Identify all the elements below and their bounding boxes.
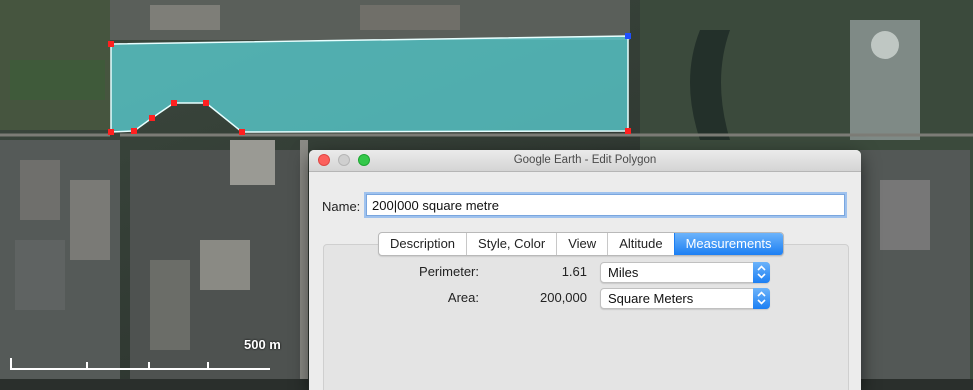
polygon-vertex[interactable] (149, 115, 155, 121)
edit-polygon-dialog: Google Earth - Edit Polygon Name: Perime… (309, 150, 861, 390)
window-title: Google Earth - Edit Polygon (513, 154, 657, 166)
perimeter-value: 1.61 (561, 264, 587, 279)
polygon-vertex[interactable] (108, 129, 114, 135)
name-label: Name: (322, 199, 361, 214)
name-field[interactable] (366, 194, 845, 216)
tab-style-color[interactable]: Style, Color (466, 233, 556, 255)
perimeter-unit-select[interactable]: Miles (600, 262, 770, 283)
scale-tick (86, 362, 88, 368)
perimeter-unit-value: Miles (608, 265, 639, 280)
polygon-vertex-active[interactable] (625, 33, 631, 39)
scale-tick (207, 362, 209, 368)
polygon-vertex[interactable] (203, 100, 209, 106)
tab-altitude[interactable]: Altitude (607, 233, 673, 255)
tab-description[interactable]: Description (379, 233, 466, 255)
updown-arrows-icon[interactable] (753, 262, 770, 283)
polygon-vertex[interactable] (625, 128, 631, 134)
polygon-vertex[interactable] (108, 41, 114, 47)
area-label: Area: (447, 290, 479, 305)
area-unit-value: Square Meters (608, 291, 694, 306)
area-value: 200,000 (540, 290, 587, 305)
tab-panel: Perimeter: 1.61 Miles Area: 200,000 Squa… (323, 244, 849, 390)
tab-measurements[interactable]: Measurements (673, 233, 783, 255)
updown-arrows-icon[interactable] (753, 288, 770, 309)
tab-view[interactable]: View (556, 233, 607, 255)
polygon-vertex[interactable] (239, 129, 245, 135)
tab-bar: Description Style, Color View Altitude M… (378, 232, 784, 256)
perimeter-label: Perimeter: (419, 264, 479, 279)
scale-tick (148, 362, 150, 368)
area-unit-select[interactable]: Square Meters (600, 288, 770, 309)
scale-bar (10, 358, 270, 370)
scale-label: 500 m (244, 337, 281, 352)
polygon-vertex[interactable] (131, 128, 137, 134)
title-bar[interactable]: Google Earth - Edit Polygon (309, 150, 861, 172)
polygon-vertex[interactable] (171, 100, 177, 106)
